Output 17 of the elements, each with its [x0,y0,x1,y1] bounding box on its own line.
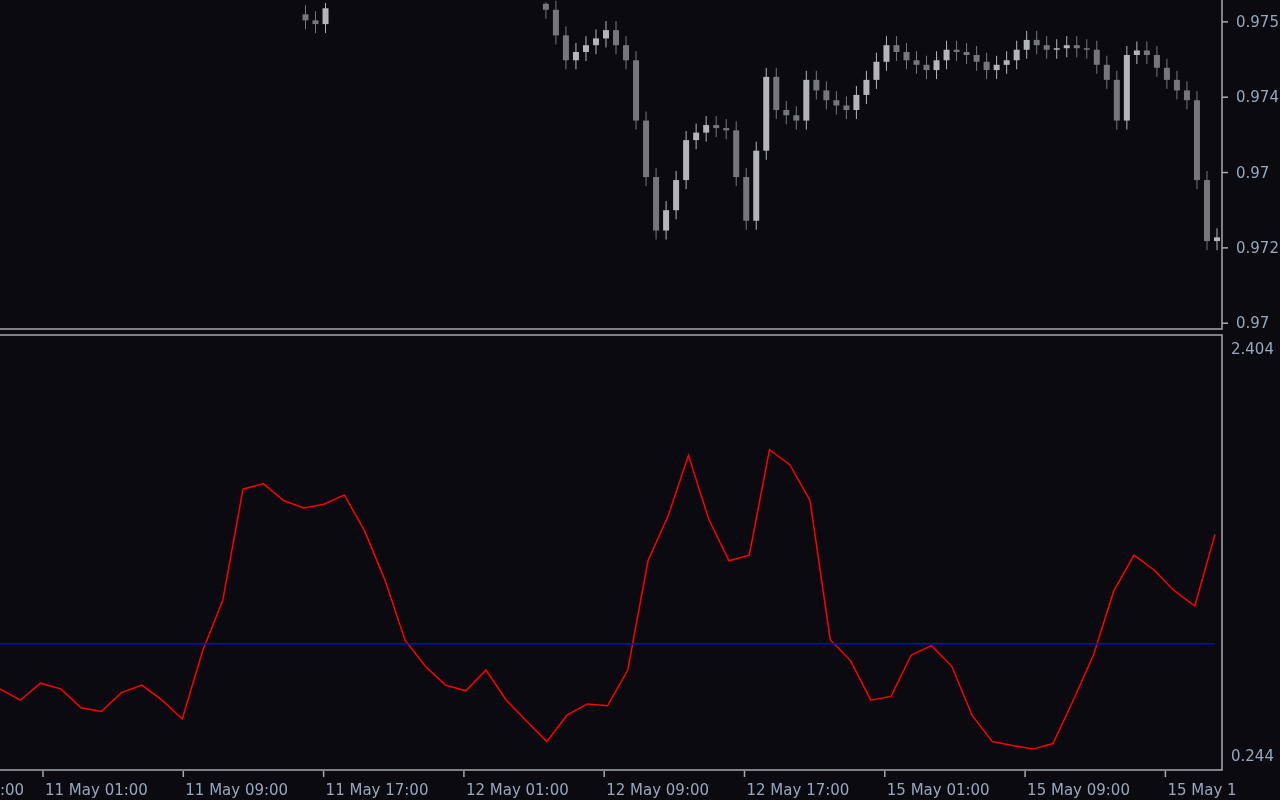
time-axis-label: 12 May 17:00 [746,781,850,799]
time-axis-label: 15 May 1 [1167,781,1237,799]
time-axis-label: 11 May 09:00 [185,781,289,799]
price-axis-label: 0.975 [1236,12,1279,31]
indicator-axis-label: 0.244 [1231,746,1274,765]
price-axis-label: 0.972 [1236,238,1279,257]
indicator-axis-label: 2.404 [1231,340,1274,359]
time-axis-label: :00 [0,781,25,799]
time-axis-label: 11 May 01:00 [45,781,148,799]
price-axis-label: 0.97 [1236,163,1270,182]
time-axis-label: 12 May 09:00 [606,781,710,799]
time-axis-label: 15 May 01:00 [886,781,990,799]
time-axis-label: 12 May 01:00 [465,781,569,799]
time-axis-label: 15 May 09:00 [1027,781,1130,799]
price-axis-label: 0.97 [1236,314,1270,330]
price-axis-label: 0.974 [1236,88,1279,107]
time-axis-label: 11 May 17:00 [325,781,429,799]
